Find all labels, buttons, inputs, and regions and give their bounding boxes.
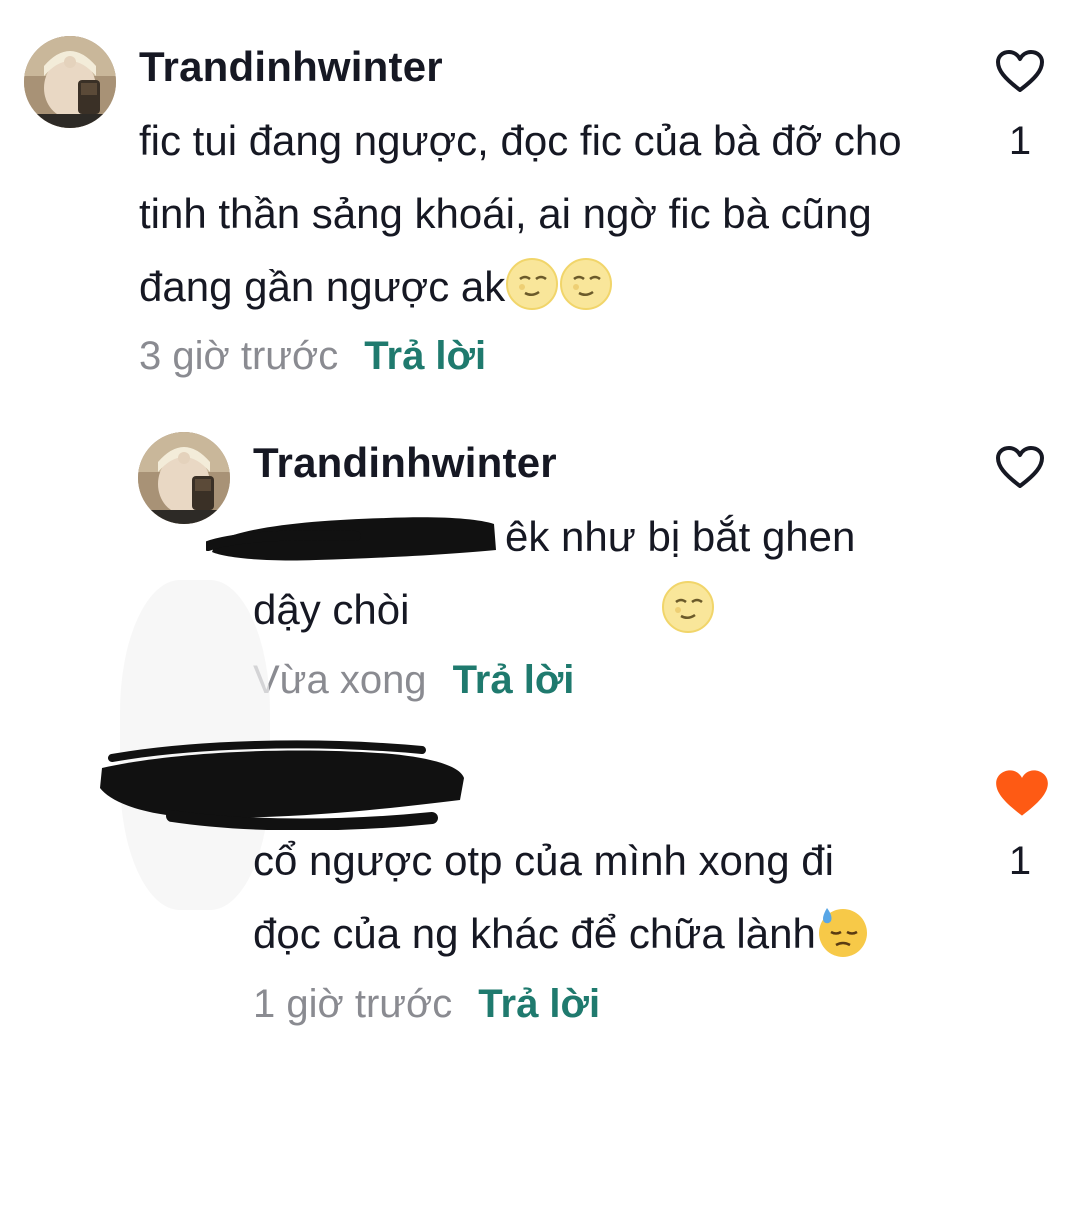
comment-meta: 3 giờ trước Trả lời [139, 331, 486, 381]
comment-text: êk như bị bắt ghen dậy chòi [253, 500, 913, 646]
downcast-sweat-face-icon [816, 904, 870, 958]
comment-username[interactable]: Trandinhwinter [139, 42, 443, 92]
comment-timestamp: Vừa xong [253, 658, 427, 702]
reply-button[interactable]: Trả lời [364, 334, 486, 378]
reply-button[interactable]: Trả lời [453, 658, 575, 702]
reply-button[interactable]: Trả lời [478, 982, 600, 1026]
comment-timestamp: 3 giờ trước [139, 334, 339, 378]
comment-text-body: êk như bị bắt ghen dậy chòi [253, 513, 856, 633]
comment-timestamp: 1 giờ trước [253, 982, 453, 1026]
heart-outline-icon[interactable] [994, 48, 1046, 94]
moon-face-icon [505, 257, 559, 311]
heart-filled-icon[interactable] [994, 768, 1050, 818]
avatar[interactable] [24, 36, 116, 128]
comment-meta: Vừa xong Trả lời [253, 655, 574, 705]
moon-face-icon [409, 580, 715, 634]
comment-username[interactable]: Trandinhwinter [253, 438, 557, 488]
heart-outline-icon[interactable] [994, 444, 1046, 490]
comment-text: cổ ngược otp của mình xong đi đọc của ng… [253, 824, 903, 970]
like-control[interactable]: 1 [994, 48, 1046, 166]
moon-face-icon [559, 257, 613, 311]
like-count: 1 [1008, 839, 1032, 883]
comment-meta: 1 giờ trước Trả lời [253, 979, 600, 1029]
like-control[interactable] [994, 444, 1046, 512]
redaction-mark [100, 740, 464, 830]
comment-text-body: cổ ngược otp của mình xong đi đọc của ng… [253, 837, 834, 957]
like-control[interactable]: 1 [994, 768, 1048, 886]
like-count: 1 [1008, 119, 1032, 163]
comment-text: fic tui đang ngược, đọc fic của bà đỡ ch… [139, 104, 919, 323]
